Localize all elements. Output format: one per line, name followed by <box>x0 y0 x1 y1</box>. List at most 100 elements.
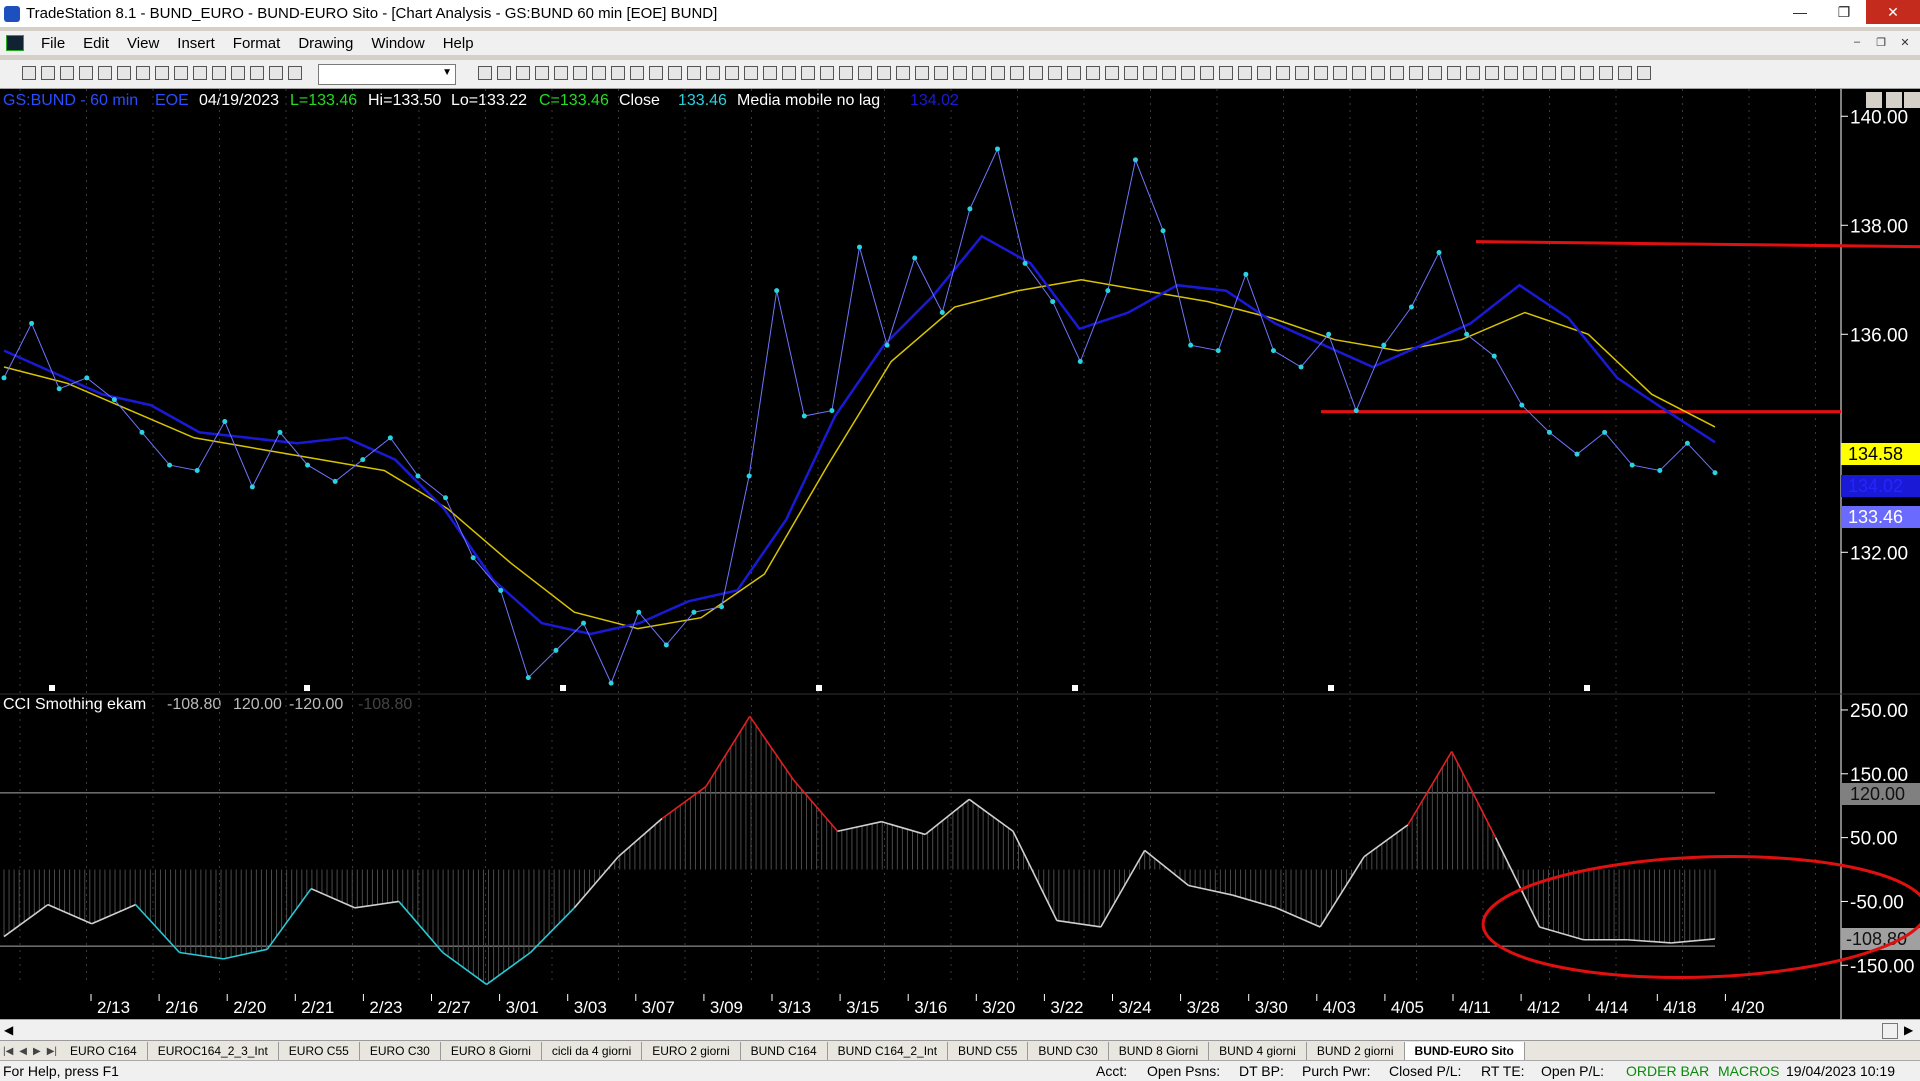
tab-bund-4-giorni[interactable]: BUND 4 giorni <box>1209 1042 1307 1060</box>
pane-restore-button[interactable] <box>1886 92 1902 108</box>
toolbar-tool-icon[interactable] <box>820 66 834 80</box>
tab-bund-8-giorni[interactable]: BUND 8 Giorni <box>1109 1042 1210 1060</box>
menu-edit[interactable]: Edit <box>74 35 118 52</box>
toolbar-tool-icon[interactable] <box>801 66 815 80</box>
toolbar-tool-icon[interactable] <box>1067 66 1081 80</box>
toolbar-tool-icon[interactable] <box>1010 66 1024 80</box>
toolbar-tool-icon[interactable] <box>1162 66 1176 80</box>
tab-bund-c164-2-int[interactable]: BUND C164_2_Int <box>828 1042 949 1060</box>
toolbar-tool-icon[interactable] <box>98 66 112 80</box>
tab-euro-8-giorni[interactable]: EURO 8 Giorni <box>441 1042 542 1060</box>
toolbar-tool-icon[interactable] <box>1599 66 1613 80</box>
scroll-thumb[interactable] <box>1882 1023 1898 1039</box>
toolbar-tool-icon[interactable] <box>1219 66 1233 80</box>
toolbar-tool-icon[interactable] <box>1561 66 1575 80</box>
toolbar-tool-icon[interactable] <box>1295 66 1309 80</box>
tab-euro-c55[interactable]: EURO C55 <box>279 1042 360 1060</box>
pane-minimize-button[interactable] <box>1866 92 1882 108</box>
tab-cicli-da-4-giorni[interactable]: cicli da 4 giorni <box>542 1042 643 1060</box>
toolbar-tool-icon[interactable] <box>915 66 929 80</box>
tab-prev-icon[interactable]: ◀ <box>16 1046 30 1057</box>
toolbar-tool-icon[interactable] <box>877 66 891 80</box>
mdi-close-button[interactable]: ✕ <box>1896 33 1914 51</box>
toolbar-tool-icon[interactable] <box>1637 66 1651 80</box>
toolbar-tool-icon[interactable] <box>782 66 796 80</box>
toolbar-tool-icon[interactable] <box>1409 66 1423 80</box>
toolbar-tool-icon[interactable] <box>1238 66 1252 80</box>
mdi-restore-button[interactable]: ❐ <box>1872 33 1890 51</box>
menu-file[interactable]: File <box>32 35 74 52</box>
toolbar-tool-icon[interactable] <box>79 66 93 80</box>
toolbar-tool-icon[interactable] <box>22 66 36 80</box>
toolbar-tool-icon[interactable] <box>231 66 245 80</box>
toolbar-tool-icon[interactable] <box>60 66 74 80</box>
tab-first-icon[interactable]: |◀ <box>0 1046 16 1057</box>
tab-euro-c30[interactable]: EURO C30 <box>360 1042 441 1060</box>
toolbar-tool-icon[interactable] <box>41 66 55 80</box>
toolbar-tool-icon[interactable] <box>1542 66 1556 80</box>
toolbar-tool-icon[interactable] <box>744 66 758 80</box>
tab-euroc164-2-3-int[interactable]: EUROC164_2_3_Int <box>148 1042 279 1060</box>
toolbar-tool-icon[interactable] <box>478 66 492 80</box>
macros-indicator[interactable]: MACROS <box>1718 1063 1779 1079</box>
scroll-right-icon[interactable]: ▶ <box>1904 1023 1913 1037</box>
toolbar-tool-icon[interactable] <box>535 66 549 80</box>
chart-canvas[interactable]: GS:BUND - 60 min EOE 04/19/2023 L=133.46… <box>0 89 1920 1019</box>
pane-close-button[interactable] <box>1904 92 1920 108</box>
menu-drawing[interactable]: Drawing <box>289 35 362 52</box>
toolbar-tool-icon[interactable] <box>896 66 910 80</box>
toolbar-tool-icon[interactable] <box>250 66 264 80</box>
menu-help[interactable]: Help <box>434 35 483 52</box>
toolbar-tool-icon[interactable] <box>630 66 644 80</box>
horizontal-scrollbar[interactable]: ◀ ▶ <box>0 1019 1920 1041</box>
toolbar-tool-icon[interactable] <box>1352 66 1366 80</box>
toolbar-tool-icon[interactable] <box>1276 66 1290 80</box>
chart-analysis-window[interactable]: GS:BUND - 60 min EOE 04/19/2023 L=133.46… <box>0 89 1920 1019</box>
toolbar-tool-icon[interactable] <box>212 66 226 80</box>
toolbar-tool-icon[interactable] <box>1390 66 1404 80</box>
mdi-minimize-button[interactable]: – <box>1848 33 1866 51</box>
toolbar-tool-icon[interactable] <box>269 66 283 80</box>
toolbar-tool-icon[interactable] <box>155 66 169 80</box>
toolbar-tool-icon[interactable] <box>1314 66 1328 80</box>
menu-window[interactable]: Window <box>362 35 433 52</box>
tab-bund-2-giorni[interactable]: BUND 2 giorni <box>1307 1042 1405 1060</box>
toolbar-tool-icon[interactable] <box>1105 66 1119 80</box>
tab-bund-c164[interactable]: BUND C164 <box>741 1042 828 1060</box>
toolbar-tool-icon[interactable] <box>288 66 302 80</box>
toolbar-tool-icon[interactable] <box>592 66 606 80</box>
toolbar-tool-icon[interactable] <box>1371 66 1385 80</box>
toolbar-tool-icon[interactable] <box>725 66 739 80</box>
toolbar-tool-icon[interactable] <box>1143 66 1157 80</box>
toolbar-tool-icon[interactable] <box>497 66 511 80</box>
toolbar-tool-icon[interactable] <box>839 66 853 80</box>
restore-button[interactable]: ❐ <box>1822 0 1866 24</box>
toolbar-tool-icon[interactable] <box>1580 66 1594 80</box>
symbol-combo[interactable]: ▼ <box>318 64 456 85</box>
toolbar-tool-icon[interactable] <box>649 66 663 80</box>
toolbar-tool-icon[interactable] <box>611 66 625 80</box>
tab-bund-c30[interactable]: BUND C30 <box>1028 1042 1109 1060</box>
toolbar-tool-icon[interactable] <box>554 66 568 80</box>
tab-next-icon[interactable]: ▶ <box>30 1046 44 1057</box>
toolbar-tool-icon[interactable] <box>136 66 150 80</box>
toolbar-tool-icon[interactable] <box>1466 66 1480 80</box>
toolbar-tool-icon[interactable] <box>1428 66 1442 80</box>
toolbar-tool-icon[interactable] <box>117 66 131 80</box>
toolbar-tool-icon[interactable] <box>687 66 701 80</box>
tab-bund-euro-sito[interactable]: BUND-EURO Sito <box>1404 1042 1525 1060</box>
chart-window-icon[interactable] <box>6 35 24 51</box>
order-bar-indicator[interactable]: ORDER BAR <box>1626 1063 1709 1079</box>
menu-insert[interactable]: Insert <box>168 35 224 52</box>
tab-last-icon[interactable]: ▶| <box>44 1046 60 1057</box>
menu-format[interactable]: Format <box>224 35 290 52</box>
tab-euro-c164[interactable]: EURO C164 <box>60 1042 148 1060</box>
toolbar-tool-icon[interactable] <box>1447 66 1461 80</box>
menu-view[interactable]: View <box>118 35 168 52</box>
toolbar-tool-icon[interactable] <box>934 66 948 80</box>
toolbar-tool-icon[interactable] <box>174 66 188 80</box>
toolbar-tool-icon[interactable] <box>706 66 720 80</box>
toolbar-tool-icon[interactable] <box>1333 66 1347 80</box>
toolbar-tool-icon[interactable] <box>972 66 986 80</box>
toolbar-tool-icon[interactable] <box>953 66 967 80</box>
